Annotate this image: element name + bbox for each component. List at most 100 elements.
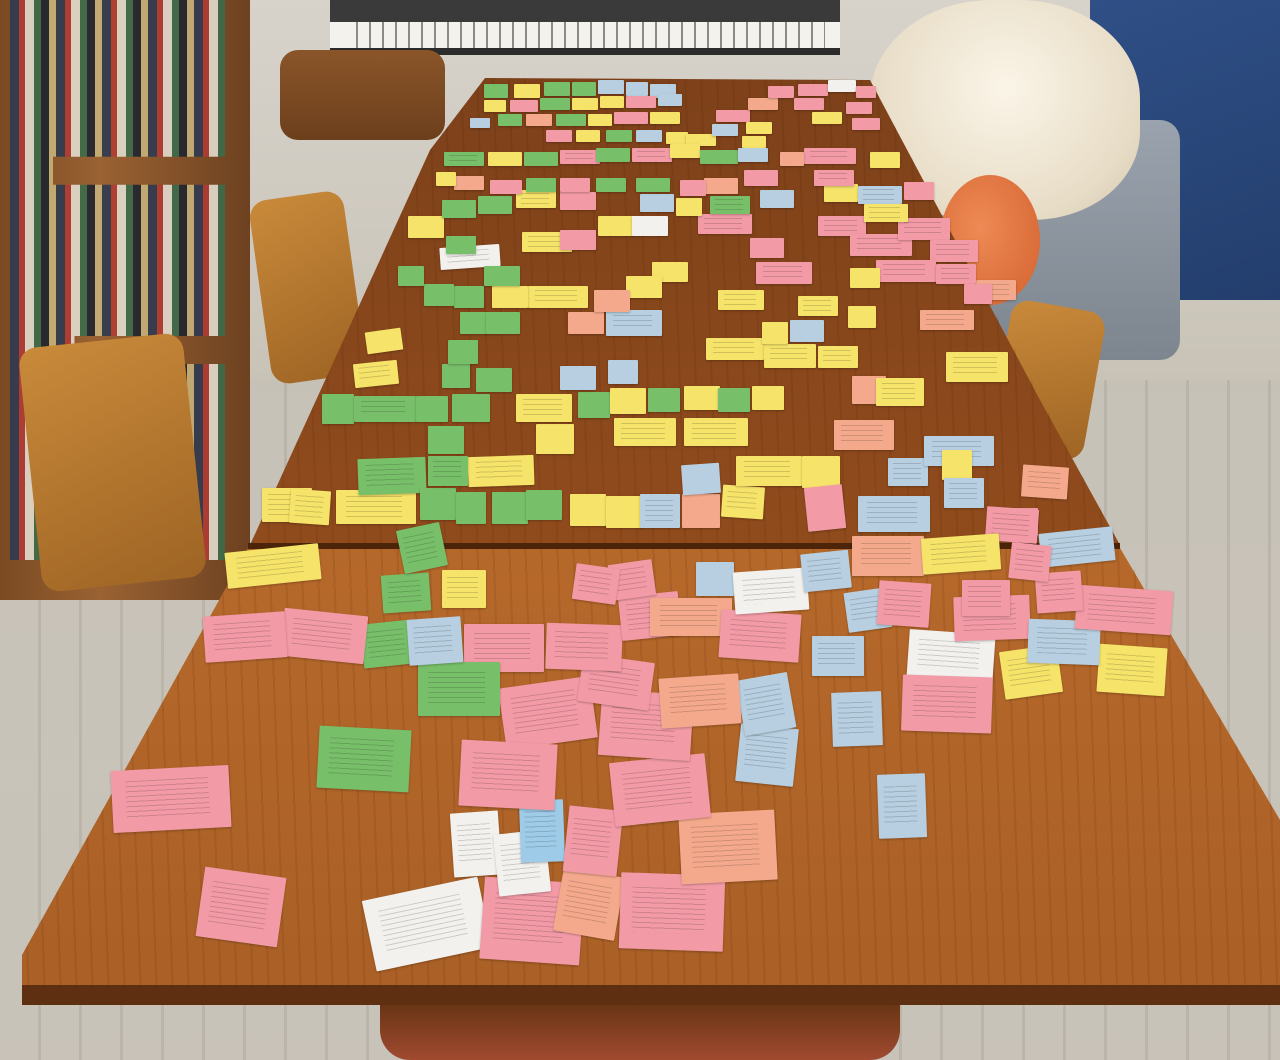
sticky-note	[540, 98, 570, 110]
sticky-note	[904, 182, 934, 200]
sticky-note	[570, 494, 606, 526]
sticky-note	[1008, 542, 1052, 582]
sticky-note	[738, 148, 768, 162]
sticky-note	[545, 622, 623, 672]
sticky-note	[452, 394, 490, 422]
sticky-note	[288, 488, 332, 526]
sticky-note	[718, 290, 764, 310]
sticky-note	[484, 100, 506, 112]
sticky-note	[812, 636, 864, 676]
sticky-note	[448, 340, 478, 364]
sticky-note	[746, 122, 772, 134]
sticky-notes	[0, 0, 1280, 1060]
sticky-note	[572, 98, 598, 110]
sticky-note	[424, 284, 454, 306]
sticky-note	[720, 484, 766, 520]
sticky-note	[442, 200, 476, 218]
sticky-note	[428, 456, 468, 486]
sticky-note	[608, 360, 638, 384]
sticky-note	[858, 496, 930, 532]
sticky-note	[852, 536, 924, 576]
sticky-note	[700, 150, 738, 164]
sticky-note	[768, 86, 794, 98]
sticky-note	[476, 368, 512, 392]
sticky-note	[560, 178, 590, 192]
sticky-note	[572, 82, 596, 96]
sticky-note	[632, 148, 672, 162]
sticky-note	[420, 488, 456, 520]
sticky-note	[395, 521, 449, 575]
sticky-note	[406, 616, 464, 666]
sticky-note	[760, 190, 794, 208]
sticky-note	[798, 84, 828, 96]
sticky-note	[560, 230, 596, 250]
sticky-note	[750, 238, 784, 258]
sticky-note	[962, 580, 1010, 616]
sticky-note	[698, 214, 752, 234]
sticky-note	[516, 190, 556, 208]
sticky-note	[850, 268, 880, 288]
sticky-note	[800, 549, 852, 593]
sticky-note	[684, 386, 720, 410]
sticky-note	[680, 462, 722, 496]
sticky-note	[352, 359, 400, 389]
sticky-note	[852, 118, 880, 130]
sticky-note	[442, 570, 486, 608]
sticky-note	[202, 611, 288, 663]
sticky-note	[802, 456, 840, 488]
sticky-note	[650, 112, 680, 124]
sticky-note	[498, 114, 522, 126]
sticky-note	[446, 236, 476, 254]
sticky-note	[716, 110, 750, 122]
room-photo	[0, 0, 1280, 1060]
sticky-note	[484, 266, 520, 286]
sticky-note	[484, 84, 508, 98]
sticky-note	[442, 364, 470, 388]
sticky-note	[718, 609, 802, 663]
sticky-note	[718, 388, 750, 412]
sticky-note	[876, 773, 928, 839]
sticky-note	[680, 180, 706, 196]
sticky-note	[454, 286, 484, 308]
sticky-note	[790, 320, 824, 342]
sticky-note	[1074, 584, 1174, 636]
sticky-note	[930, 240, 978, 262]
sticky-note	[804, 148, 856, 164]
sticky-note	[598, 80, 624, 94]
sticky-note	[856, 86, 876, 98]
sticky-note	[467, 454, 535, 488]
sticky-note	[798, 296, 838, 316]
sticky-note	[398, 266, 424, 286]
sticky-note	[458, 739, 558, 811]
sticky-note	[764, 344, 816, 368]
sticky-note	[676, 198, 702, 216]
sticky-note	[361, 876, 493, 972]
sticky-note	[888, 458, 928, 486]
sticky-note	[736, 456, 802, 486]
sticky-note	[536, 424, 574, 454]
sticky-note	[710, 196, 750, 214]
sticky-note	[608, 753, 712, 827]
sticky-note	[195, 866, 287, 948]
sticky-note	[594, 290, 630, 312]
sticky-note	[556, 114, 586, 126]
sticky-note	[416, 396, 448, 422]
sticky-note	[596, 178, 626, 192]
sticky-note	[514, 84, 540, 98]
sticky-note	[632, 216, 668, 236]
sticky-note	[818, 346, 858, 368]
sticky-note	[670, 144, 700, 158]
sticky-note	[831, 691, 883, 747]
sticky-note	[526, 178, 556, 192]
sticky-note	[658, 94, 682, 106]
sticky-note	[322, 394, 354, 424]
sticky-note	[336, 490, 416, 524]
sticky-note	[944, 478, 984, 508]
sticky-note	[648, 388, 680, 412]
sticky-note	[876, 580, 932, 628]
sticky-note	[876, 260, 936, 282]
sticky-note	[742, 136, 766, 148]
sticky-note	[814, 170, 854, 186]
sticky-note	[1020, 464, 1070, 500]
sticky-note	[606, 130, 632, 142]
